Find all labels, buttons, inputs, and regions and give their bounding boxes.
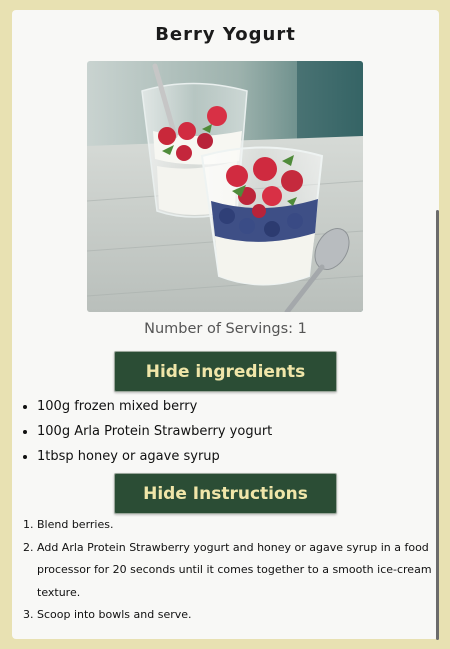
ingredient-item: 100g Arla Protein Strawberry yogurt (37, 419, 272, 444)
instructions-list: Blend berries. Add Arla Protein Strawber… (12, 514, 437, 627)
recipe-title: Berry Yogurt (155, 24, 296, 45)
ingredient-item: 100g frozen mixed berry (37, 394, 272, 419)
recipe-card: Berry Yogurt Number of Servings: 1 Hide … (12, 10, 439, 640)
ingredient-item: 1tbsp honey or agave syrup (37, 444, 272, 469)
instruction-step: Add Arla Protein Strawberry yogurt and h… (37, 537, 437, 605)
instruction-step: Scoop into bowls and serve. (37, 604, 437, 627)
instruction-step: Blend berries. (37, 514, 437, 537)
hide-ingredients-button[interactable]: Hide ingredients (114, 351, 337, 392)
servings-count: Number of Servings: 1 (144, 321, 307, 337)
recipe-photo (87, 61, 363, 312)
ingredients-list: 100g frozen mixed berry 100g Arla Protei… (12, 394, 272, 469)
hide-instructions-button[interactable]: Hide Instructions (114, 473, 337, 514)
